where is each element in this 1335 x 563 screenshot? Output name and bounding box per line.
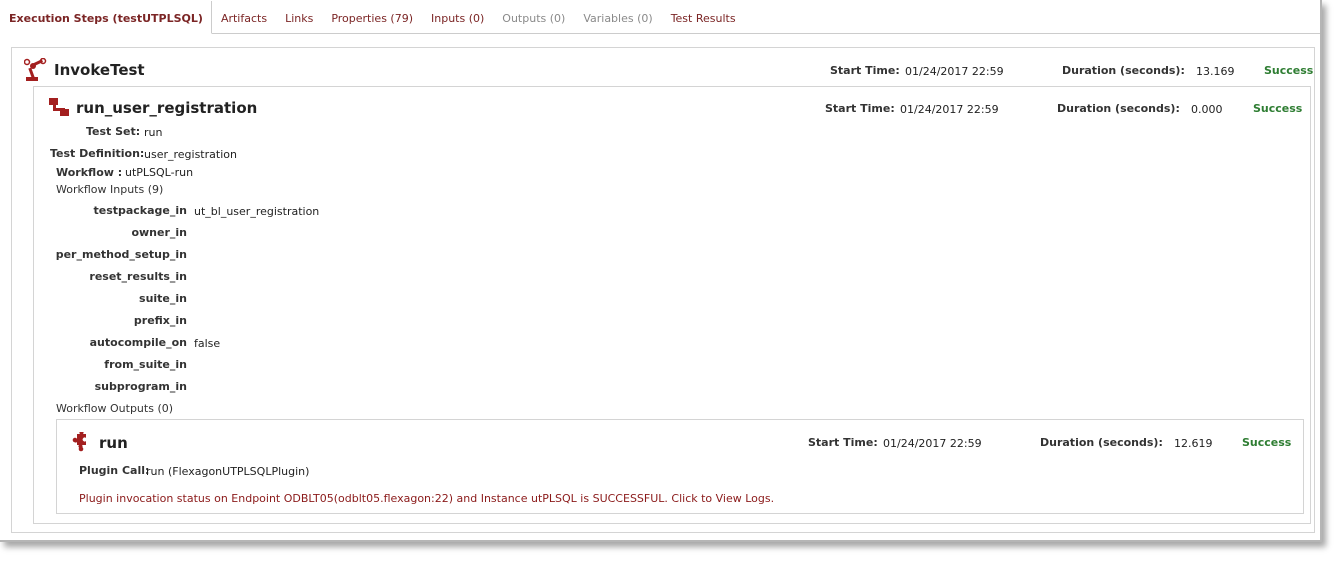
workflow-label: Workflow : bbox=[56, 166, 123, 179]
tab-artifacts[interactable]: Artifacts bbox=[212, 1, 276, 33]
workflow-icon bbox=[48, 97, 70, 117]
tab-links[interactable]: Links bbox=[276, 1, 322, 33]
plugin-title: run bbox=[99, 434, 128, 452]
tab-execution-steps[interactable]: Execution Steps (testUTPLSQL) bbox=[0, 1, 212, 34]
invoke-start-label: Start Time: bbox=[830, 64, 900, 77]
invoke-duration-value: 13.169 bbox=[1196, 65, 1235, 78]
test-definition-value: user_registration bbox=[144, 148, 237, 161]
plugin-start-value: 01/24/2017 22:59 bbox=[883, 437, 982, 450]
tab-inputs[interactable]: Inputs (0) bbox=[422, 1, 493, 33]
input-value-autocompile-on: false bbox=[194, 337, 221, 350]
puzzle-piece-icon bbox=[71, 432, 91, 452]
input-name-prefix-in: prefix_in bbox=[133, 314, 187, 327]
execution-panel: Execution Steps (testUTPLSQL) Artifacts … bbox=[0, 0, 1322, 542]
tab-variables[interactable]: Variables (0) bbox=[574, 1, 661, 33]
workflow-inputs-heading: Workflow Inputs (9) bbox=[56, 183, 164, 196]
input-name-autocompile-on: autocompile_on bbox=[89, 336, 187, 349]
plugin-call-value: run (FlexagonUTPLSQLPlugin) bbox=[146, 465, 310, 478]
input-name-testpackage-in: testpackage_in bbox=[93, 204, 187, 217]
input-name-owner-in: owner_in bbox=[131, 226, 187, 239]
workflow-start-value: 01/24/2017 22:59 bbox=[900, 103, 999, 116]
invoke-start-value: 01/24/2017 22:59 bbox=[905, 65, 1004, 78]
plugin-start-label: Start Time: bbox=[808, 436, 878, 449]
plugin-duration-label: Duration (seconds): bbox=[1040, 436, 1163, 449]
workflow-duration-value: 0.000 bbox=[1191, 103, 1223, 116]
invoke-status: Success bbox=[1264, 64, 1314, 77]
view-logs-link[interactable]: Plugin invocation status on Endpoint ODB… bbox=[79, 492, 774, 505]
plugin-status: Success bbox=[1242, 436, 1292, 449]
workflow-status: Success bbox=[1253, 102, 1303, 115]
plugin-step-box: run Start Time: 01/24/2017 22:59 Duratio… bbox=[56, 419, 1304, 514]
input-name-reset-results-in: reset_results_in bbox=[89, 270, 187, 283]
tab-properties[interactable]: Properties (79) bbox=[322, 1, 422, 33]
tab-outputs[interactable]: Outputs (0) bbox=[493, 1, 574, 33]
input-name-per-method-setup-in: per_method_setup_in bbox=[55, 248, 187, 261]
plugin-call-label: Plugin Call: bbox=[79, 464, 150, 477]
invoke-step-box: InvokeTest Start Time: 01/24/2017 22:59 … bbox=[11, 47, 1315, 533]
workflow-start-label: Start Time: bbox=[825, 102, 895, 115]
workflow-title: run_user_registration bbox=[76, 99, 258, 117]
workflow-value: utPLSQL-run bbox=[125, 166, 194, 179]
invoke-duration-label: Duration (seconds): bbox=[1062, 64, 1185, 77]
workflow-step-box: run_user_registration Start Time: 01/24/… bbox=[33, 86, 1311, 524]
invoke-title: InvokeTest bbox=[54, 61, 145, 79]
tab-test-results[interactable]: Test Results bbox=[662, 1, 745, 33]
robot-arm-icon bbox=[24, 58, 48, 82]
test-set-label: Test Set: bbox=[86, 125, 141, 138]
input-name-suite-in: suite_in bbox=[139, 292, 187, 305]
test-definition-label: Test Definition: bbox=[50, 147, 145, 160]
input-name-subprogram-in: subprogram_in bbox=[94, 380, 187, 393]
workflow-outputs-heading: Workflow Outputs (0) bbox=[56, 402, 174, 415]
plugin-duration-value: 12.619 bbox=[1174, 437, 1213, 450]
test-set-value: run bbox=[144, 126, 163, 139]
input-name-from-suite-in: from_suite_in bbox=[104, 358, 187, 371]
input-value-testpackage-in: ut_bl_user_registration bbox=[194, 205, 320, 218]
tab-bar: Execution Steps (testUTPLSQL) Artifacts … bbox=[0, 0, 1320, 34]
workflow-duration-label: Duration (seconds): bbox=[1057, 102, 1180, 115]
